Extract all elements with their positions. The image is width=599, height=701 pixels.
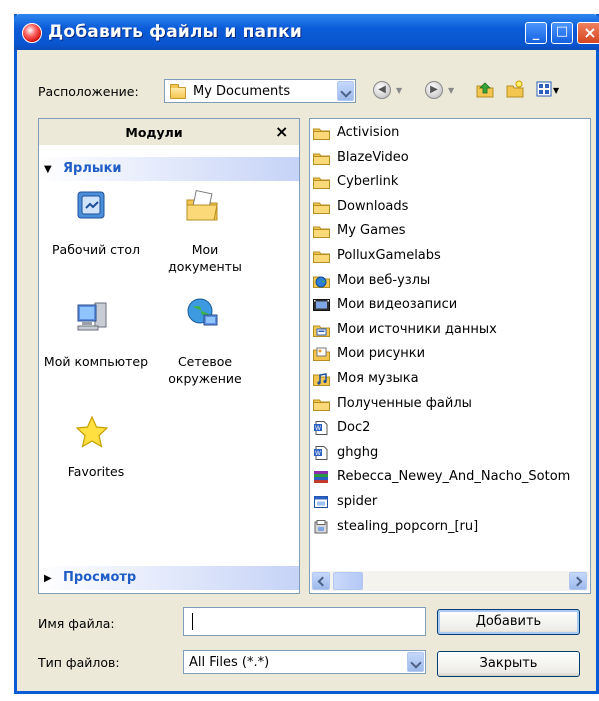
file-name: stealing_popcorn_[ru] — [337, 518, 479, 534]
shortcut-network-label[interactable]: Сетевое окружение — [155, 353, 255, 387]
modules-title: Модули — [125, 125, 183, 140]
star-icon[interactable] — [75, 415, 109, 449]
file-name: ghghg — [337, 444, 379, 460]
file-name: Activision — [337, 125, 400, 140]
file-list[interactable]: Activision BlazeVideo Cyberlink Downloads My… — [309, 118, 591, 594]
folder-icon — [313, 397, 330, 411]
filetype-select[interactable]: All Files (*.*) — [183, 650, 426, 674]
scroll-left-button[interactable] — [312, 572, 330, 590]
shortcut-favorites-label[interactable]: Favorites — [41, 463, 151, 480]
shortcut-my-documents-label[interactable]: Мои документы — [155, 241, 255, 275]
my-documents-icon[interactable] — [185, 189, 219, 223]
scroll-right-button[interactable] — [569, 572, 587, 590]
forward-history-arrow-icon[interactable]: ▼ — [448, 86, 454, 95]
close-window-button[interactable]: × — [577, 22, 599, 44]
filetype-label: Тип файлов: — [38, 655, 120, 670]
web-folder-icon — [313, 274, 330, 288]
exe-icon — [313, 495, 330, 509]
video-folder-icon — [313, 298, 330, 312]
modules-close-icon[interactable]: × — [275, 122, 288, 141]
file-name: Rebecca_Newey_And_Nacho_Sotom — [337, 469, 571, 485]
network-icon[interactable] — [185, 297, 219, 331]
horizontal-scrollbar[interactable] — [311, 571, 589, 591]
back-arrow-icon: ◀ — [378, 84, 386, 95]
file-name: Мои рисунки — [337, 346, 426, 362]
back-history-arrow-icon[interactable]: ▼ — [396, 86, 402, 95]
back-button[interactable]: ◀ — [373, 81, 391, 99]
filetype-dropdown-arrow[interactable] — [407, 652, 424, 672]
location-value: My Documents — [193, 84, 291, 99]
maximize-button[interactable]: □ — [551, 22, 573, 44]
folder-icon — [313, 175, 330, 190]
location-combo[interactable]: My Documents — [164, 79, 356, 103]
minimize-button[interactable]: _ — [525, 22, 547, 44]
preview-section-title: Просмотр — [63, 570, 137, 585]
title-bar[interactable]: Добавить файлы и папки _ □ × — [14, 14, 599, 50]
desktop-icon[interactable] — [75, 189, 109, 223]
window-title: Добавить файлы и папки — [48, 22, 302, 42]
text-caret — [192, 613, 193, 630]
file-name: Моя музыка — [337, 371, 419, 386]
scroll-thumb[interactable] — [333, 572, 363, 590]
preview-section-header[interactable]: ▶ Просмотр — [39, 566, 299, 590]
filetype-value: All Files (*.*) — [189, 655, 270, 670]
app-icon — [22, 23, 42, 43]
pictures-folder-icon — [313, 347, 330, 362]
file-name: Doc2 — [337, 420, 371, 436]
view-dropdown-arrow-icon[interactable]: ▼ — [553, 86, 559, 95]
shortcut-my-computer-label[interactable]: Мой компьютер — [41, 353, 151, 370]
installer-icon — [313, 519, 330, 534]
my-computer-icon[interactable] — [75, 299, 109, 333]
file-name: Мои источники данных — [337, 321, 497, 337]
folder-icon — [313, 200, 330, 214]
folder-icon — [313, 224, 330, 239]
file-name: Мои видеозаписи — [337, 297, 458, 313]
view-menu-icon[interactable] — [536, 80, 554, 98]
add-button[interactable]: Добавить — [437, 609, 580, 635]
modules-panel: Модули × ▼ Ярлыки Рабочий стол Мои докум… — [38, 118, 300, 594]
folder-icon — [313, 249, 330, 263]
folder-icon — [313, 151, 330, 165]
modules-header: Модули × — [39, 119, 299, 145]
up-folder-icon[interactable] — [476, 80, 494, 98]
archive-icon — [313, 470, 330, 484]
word-doc-icon: W — [313, 421, 330, 436]
filename-label: Имя файла: — [38, 616, 115, 631]
location-dropdown-arrow[interactable] — [337, 81, 354, 101]
file-name: PolluxGamelabs — [337, 248, 441, 263]
shortcut-desktop-label[interactable]: Рабочий стол — [41, 241, 151, 258]
collapse-arrow-icon: ▼ — [44, 164, 52, 175]
file-name: Полученные файлы — [337, 395, 472, 411]
file-name: Мои веб-узлы — [337, 272, 431, 288]
svg-text:W: W — [315, 450, 321, 457]
close-button[interactable]: Закрыть — [437, 651, 580, 677]
new-folder-icon[interactable] — [506, 80, 524, 98]
data-folder-icon — [313, 323, 330, 337]
folder-icon — [170, 84, 186, 99]
expand-arrow-icon: ▶ — [44, 573, 52, 584]
word-doc-icon: W — [313, 445, 330, 460]
file-name: My Games — [337, 223, 406, 239]
maximize-icon: □ — [555, 24, 569, 39]
forward-button[interactable]: ▶ — [425, 81, 443, 99]
location-label: Расположение: — [38, 84, 139, 99]
close-icon: × — [583, 23, 597, 42]
svg-text:W: W — [315, 425, 321, 432]
music-folder-icon — [313, 372, 330, 386]
filename-input[interactable] — [183, 607, 426, 636]
folder-icon — [313, 126, 330, 140]
shortcuts-section-title: Ярлыки — [63, 161, 122, 176]
minimize-icon: _ — [532, 26, 540, 41]
file-name: Downloads — [337, 198, 409, 214]
shortcuts-section-header[interactable]: ▼ Ярлыки — [39, 157, 299, 181]
forward-arrow-icon: ▶ — [430, 84, 438, 95]
file-name: BlazeVideo — [337, 149, 409, 165]
file-name: Cyberlink — [337, 174, 399, 190]
file-name: spider — [337, 494, 378, 509]
